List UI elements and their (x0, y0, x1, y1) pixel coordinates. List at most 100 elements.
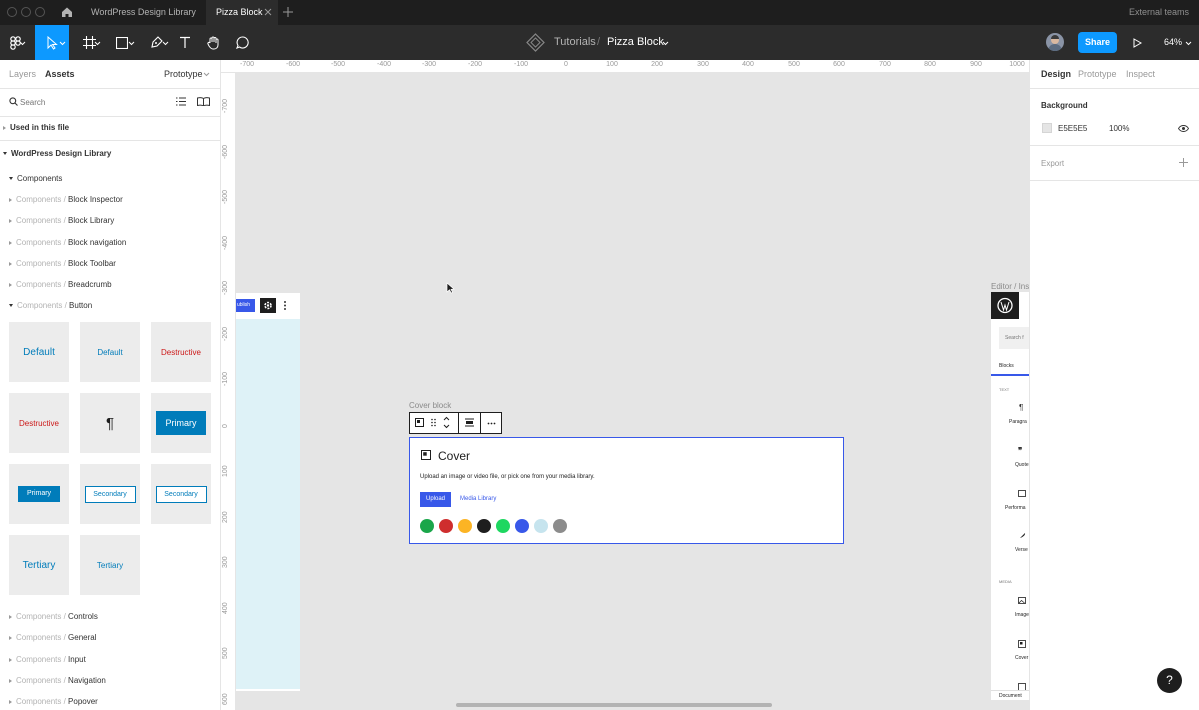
shape-tool-button[interactable] (108, 25, 136, 60)
zoom-level[interactable]: 64% (1164, 37, 1182, 47)
eye-icon[interactable] (1178, 125, 1189, 132)
chevron-down-icon[interactable] (662, 40, 669, 47)
tile-button-destructive-small[interactable]: Destructive (9, 393, 69, 453)
maximize-window-button[interactable] (35, 7, 45, 17)
tile-button-icon[interactable]: ¶ (80, 393, 140, 453)
list-view-icon[interactable] (176, 97, 186, 106)
group-block-inspector[interactable]: Components / Block Inspector (0, 189, 220, 210)
tile-button-primary[interactable]: Primary (151, 393, 211, 453)
hand-tool-button[interactable] (203, 25, 223, 60)
inserter-search-input[interactable]: Search f (999, 327, 1029, 349)
pen-tool-button[interactable] (142, 25, 170, 60)
horizontal-scrollbar[interactable] (456, 703, 772, 707)
group-block-navigation[interactable]: Components / Block navigation (0, 232, 220, 253)
align-icon[interactable] (465, 418, 474, 427)
new-tab-icon[interactable] (283, 7, 293, 17)
color-swatch[interactable] (534, 519, 548, 533)
color-swatch[interactable] (458, 519, 472, 533)
minimize-window-button[interactable] (21, 7, 31, 17)
tile-button-default[interactable]: Default (9, 322, 69, 382)
tile-button-primary-small[interactable]: Primary (9, 464, 69, 524)
home-icon[interactable] (61, 6, 73, 18)
group-block-toolbar[interactable]: Components / Block Toolbar (0, 253, 220, 274)
components-group[interactable]: Components (0, 168, 220, 189)
close-window-button[interactable] (7, 7, 17, 17)
more-horizontal-icon[interactable] (487, 422, 496, 425)
background-hex-input[interactable]: E5E5E5 (1058, 124, 1087, 133)
color-swatch[interactable] (553, 519, 567, 533)
library-icon[interactable] (197, 97, 210, 106)
group-input[interactable]: Components / Input (0, 649, 220, 670)
main-menu-button[interactable] (0, 25, 32, 60)
cover-block[interactable]: Cover Upload an image or video file, or … (409, 437, 844, 544)
avatar[interactable] (1046, 33, 1064, 51)
cover-block-icon[interactable] (415, 418, 424, 427)
canvas[interactable]: -700 -600 -500 -400 -300 -200 -100 0 100… (221, 60, 1029, 710)
tile-button-tertiary[interactable]: Tertiary (9, 535, 69, 595)
group-button[interactable]: Components / Button (0, 295, 220, 316)
tab-wordpress-design-library[interactable]: WordPress Design Library (81, 0, 205, 25)
play-icon[interactable] (1133, 38, 1142, 48)
frame-tool-button[interactable] (75, 25, 103, 60)
tab-blocks[interactable]: Blocks (999, 363, 1014, 369)
chevron-down-icon[interactable] (1185, 40, 1192, 47)
color-swatch[interactable] (477, 519, 491, 533)
library-section[interactable]: WordPress Design Library (0, 143, 220, 164)
tile-button-secondary-small[interactable]: Secondary (151, 464, 211, 524)
tab-design[interactable]: Design (1041, 69, 1071, 79)
group-breadcrumb[interactable]: Components / Breadcrumb (0, 274, 220, 295)
color-swatch[interactable] (439, 519, 453, 533)
export-title[interactable]: Export (1041, 159, 1064, 168)
block-item-label[interactable]: Cover (1015, 655, 1028, 661)
block-item-label[interactable]: Quote (1015, 462, 1029, 468)
color-swatch[interactable] (420, 519, 434, 533)
media-library-link[interactable]: Media Library (460, 496, 496, 502)
help-button[interactable]: ? (1157, 668, 1182, 693)
tile-button-tertiary-small[interactable]: Tertiary (80, 535, 140, 595)
file-name[interactable]: Pizza Block (607, 36, 664, 48)
comment-tool-button[interactable] (232, 25, 252, 60)
block-item-label[interactable]: Image (1015, 612, 1029, 618)
used-in-file-section[interactable]: Used in this file (0, 117, 220, 138)
text-tool-button[interactable] (175, 25, 195, 60)
tab-pizza-block[interactable]: Pizza Block (206, 0, 278, 25)
background-opacity-input[interactable]: 100% (1109, 124, 1129, 133)
more-vertical-icon[interactable] (283, 300, 287, 311)
publish-button[interactable]: ublish (236, 299, 255, 312)
color-swatch[interactable] (515, 519, 529, 533)
breadcrumb-parent[interactable]: Tutorials (554, 36, 596, 48)
upload-button[interactable]: Upload (420, 492, 451, 507)
block-item-label[interactable]: Paragra (1009, 419, 1027, 425)
document-tab[interactable]: Document (991, 690, 1029, 700)
tile-button-default-small[interactable]: Default (80, 322, 140, 382)
chevron-down-icon[interactable] (203, 71, 210, 78)
team-label[interactable]: External teams (1129, 0, 1189, 25)
group-general[interactable]: Components / General (0, 627, 220, 648)
settings-icon[interactable] (260, 298, 276, 313)
close-tab-icon[interactable] (264, 8, 272, 16)
tile-button-destructive[interactable]: Destructive (151, 322, 211, 382)
group-navigation[interactable]: Components / Navigation (0, 670, 220, 691)
wordpress-logo-icon[interactable] (991, 292, 1019, 319)
block-inserter-frame[interactable]: Search f Blocks TEXT ¶ Paragra ❞ Quote P… (991, 292, 1029, 700)
tab-assets[interactable]: Assets (45, 69, 75, 79)
add-export-icon[interactable] (1179, 158, 1188, 167)
editor-frame[interactable]: ublish (236, 293, 300, 691)
move-up-down-icon[interactable] (443, 416, 450, 429)
drag-handle-icon[interactable] (431, 418, 436, 427)
tab-prototype[interactable]: Prototype (1078, 69, 1117, 79)
color-swatch[interactable] (496, 519, 510, 533)
search-input[interactable] (20, 95, 160, 109)
prototype-mode-select[interactable]: Prototype (164, 69, 203, 79)
block-item-label[interactable]: Verse (1015, 547, 1028, 553)
frame-label[interactable]: Editor / Ins (991, 282, 1029, 291)
frame-label[interactable]: Cover block (409, 401, 451, 410)
move-tool-button[interactable] (35, 25, 69, 60)
tab-inspect[interactable]: Inspect (1126, 69, 1155, 79)
tab-layers[interactable]: Layers (9, 69, 36, 79)
group-block-library[interactable]: Components / Block Library (0, 210, 220, 231)
group-popover[interactable]: Components / Popover (0, 691, 220, 710)
group-controls[interactable]: Components / Controls (0, 606, 220, 627)
tile-button-secondary[interactable]: Secondary (80, 464, 140, 524)
background-color-swatch[interactable] (1042, 123, 1052, 133)
